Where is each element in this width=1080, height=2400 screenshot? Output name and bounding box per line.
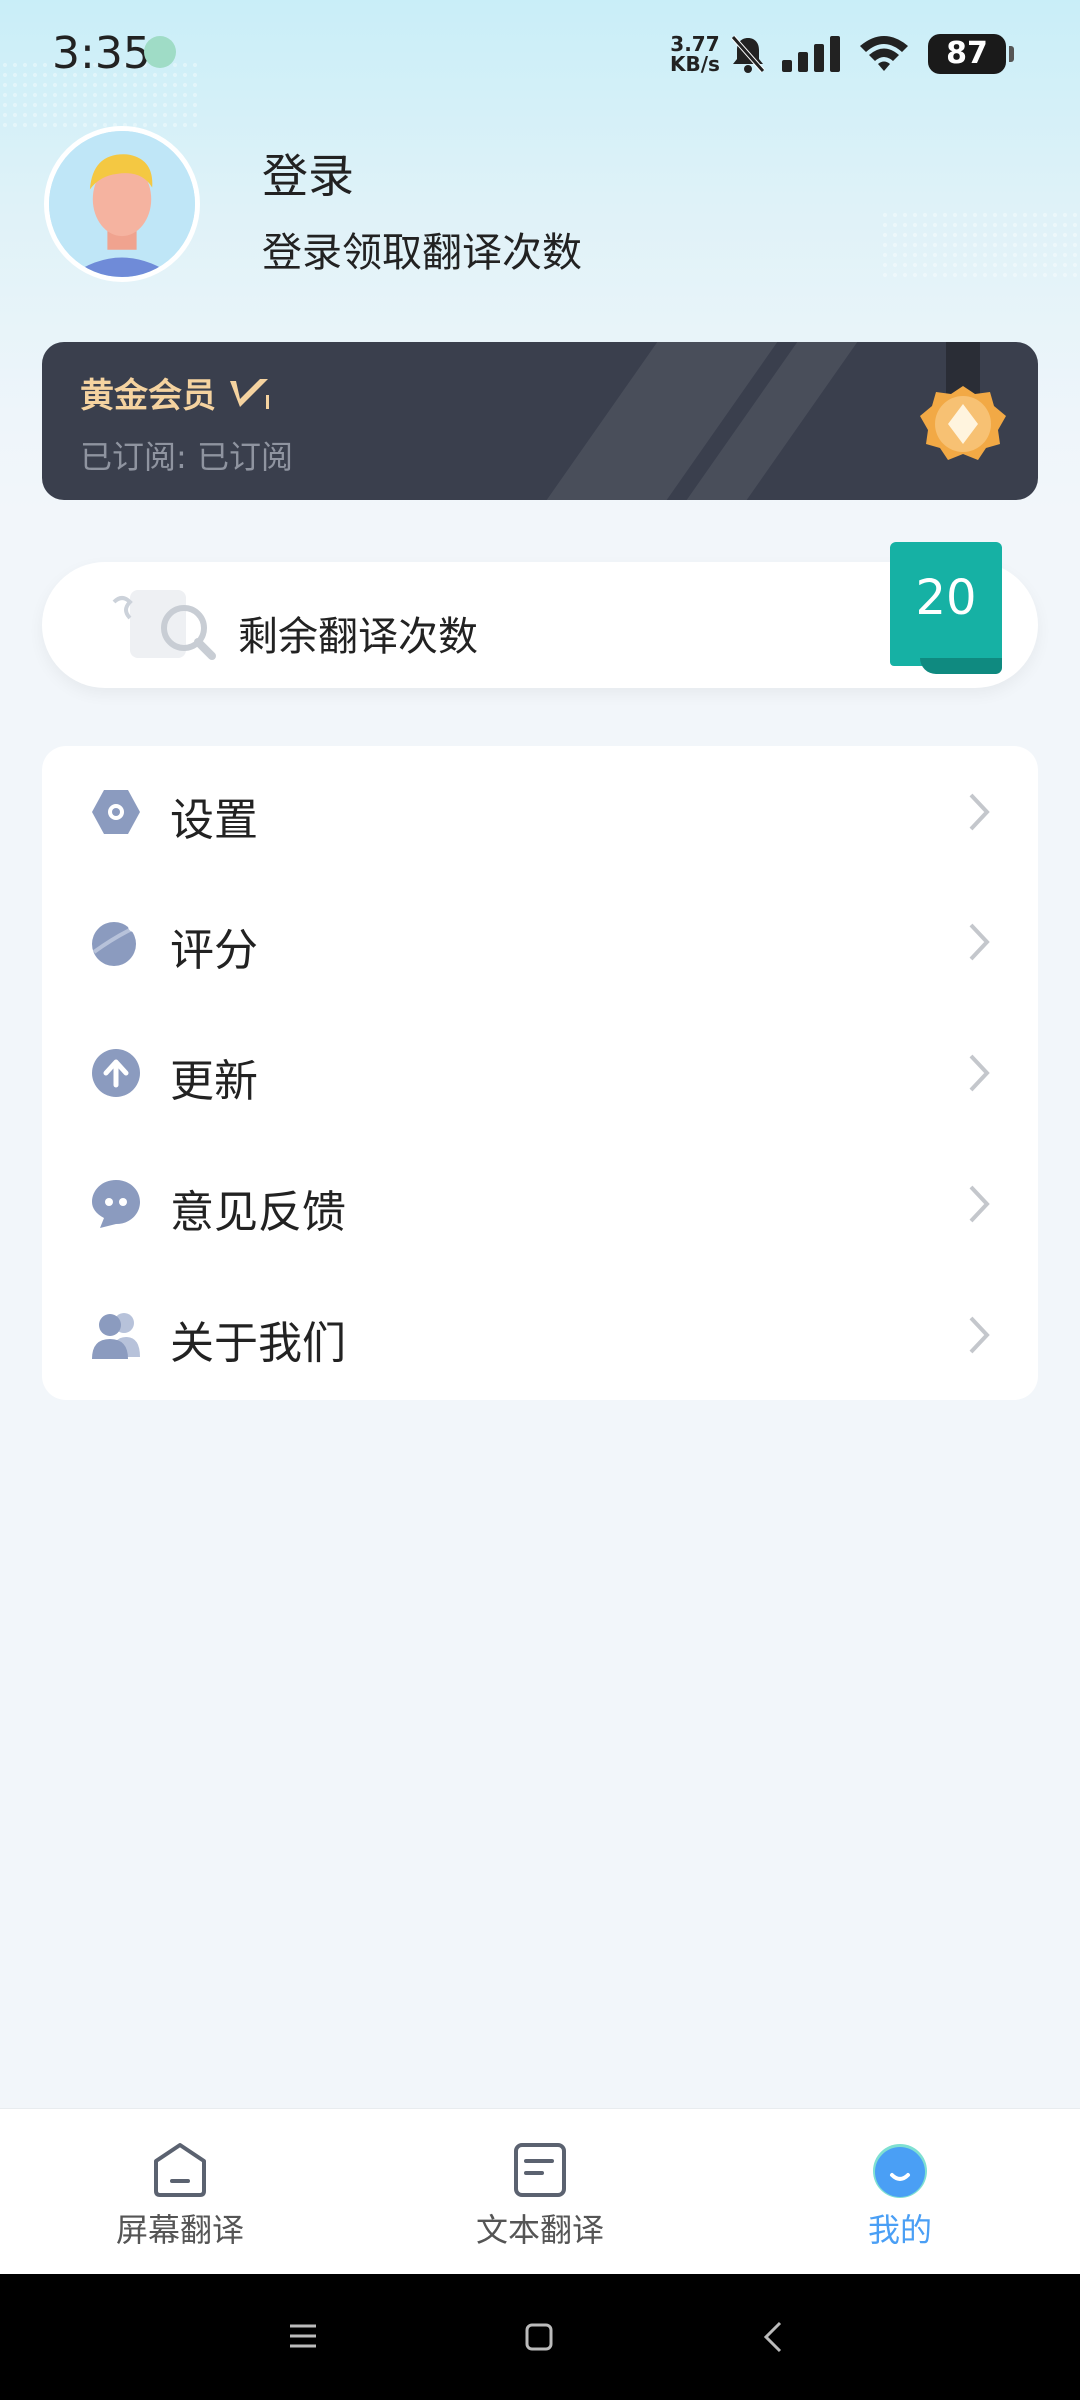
chevron-right-icon: [969, 1054, 990, 1092]
network-speed: 3.77 KB/s: [670, 34, 720, 74]
remaining-translations-card[interactable]: 剩余翻译次数: [42, 562, 1038, 688]
decorative-dots: [880, 210, 1080, 280]
remaining-count-badge: 20: [890, 542, 1002, 674]
network-speed-unit: KB/s: [670, 52, 720, 76]
document-search-icon: [112, 590, 216, 660]
menu-item-label: 设置: [170, 795, 258, 846]
menu-item-label: 评分: [170, 925, 258, 976]
remaining-translations-label: 剩余翻译次数: [238, 614, 478, 660]
network-speed-value: 3.77: [670, 32, 720, 56]
rate-planet-icon: [92, 920, 140, 966]
menu-item-feedback[interactable]: 意见反馈: [42, 1138, 1038, 1268]
menu-item-settings[interactable]: 设置: [42, 746, 1038, 876]
tab-screen-translate[interactable]: 屏幕翻译: [0, 2109, 360, 2275]
back-icon[interactable]: [762, 2320, 784, 2354]
membership-title-text: 黄金会员: [80, 376, 216, 416]
avatar[interactable]: [44, 126, 200, 282]
text-translate-icon: [514, 2143, 566, 2197]
screen-translate-icon: [154, 2143, 206, 2197]
menu-item-label: 关于我们: [170, 1318, 346, 1369]
recent-apps-icon[interactable]: [288, 2322, 318, 2350]
tab-label: 我的: [867, 2211, 932, 2249]
settings-hexagon-icon: [92, 790, 140, 834]
home-icon[interactable]: [524, 2322, 554, 2352]
update-arrow-icon: [92, 1049, 140, 1097]
tab-label: 文本翻译: [475, 2211, 604, 2249]
menu-item-label: 更新: [170, 1056, 258, 1107]
status-bar: 3:35 3.77 KB/s 87: [0, 0, 1080, 110]
wifi-icon: [860, 36, 908, 71]
tab-label: 屏幕翻译: [115, 2211, 244, 2249]
menu-item-about[interactable]: 关于我们: [42, 1269, 1038, 1399]
login-title[interactable]: 登录: [262, 140, 354, 206]
system-navigation-bar: [0, 2274, 1080, 2400]
chevron-right-icon: [969, 1316, 990, 1354]
about-users-icon: [92, 1313, 140, 1359]
menu-item-label: 意见反馈: [170, 1187, 346, 1238]
profile-icon: [873, 2144, 927, 2198]
notification-app-icon: [144, 36, 176, 68]
chevron-right-icon: [969, 793, 990, 831]
gold-medal-icon: [920, 342, 1006, 460]
subscription-status: 已订阅: 已订阅: [80, 438, 293, 476]
membership-title: 黄金会员: [80, 368, 270, 417]
settings-menu: 设置 评分 更新 意见反馈 关于我们: [42, 746, 1038, 1400]
battery-indicator: 87: [928, 34, 1014, 74]
signal-icon: [782, 36, 840, 72]
bottom-navigation: 屏幕翻译 文本翻译 我的: [0, 2108, 1080, 2275]
menu-item-update[interactable]: 更新: [42, 1007, 1038, 1137]
login-subtitle[interactable]: 登录领取翻译次数: [262, 220, 582, 278]
chevron-right-icon: [969, 1185, 990, 1223]
tab-text-translate[interactable]: 文本翻译: [360, 2109, 720, 2275]
gold-membership-card[interactable]: 黄金会员 已订阅: 已订阅: [42, 342, 1038, 500]
tab-profile[interactable]: 我的: [720, 2109, 1080, 2275]
vip-check-icon: [229, 379, 269, 409]
bell-muted-icon: [731, 35, 765, 73]
chevron-right-icon: [969, 923, 990, 961]
feedback-chat-icon: [92, 1180, 140, 1228]
menu-item-rate[interactable]: 评分: [42, 876, 1038, 1006]
status-time: 3:35: [52, 28, 151, 79]
avatar-illustration: [49, 131, 195, 277]
